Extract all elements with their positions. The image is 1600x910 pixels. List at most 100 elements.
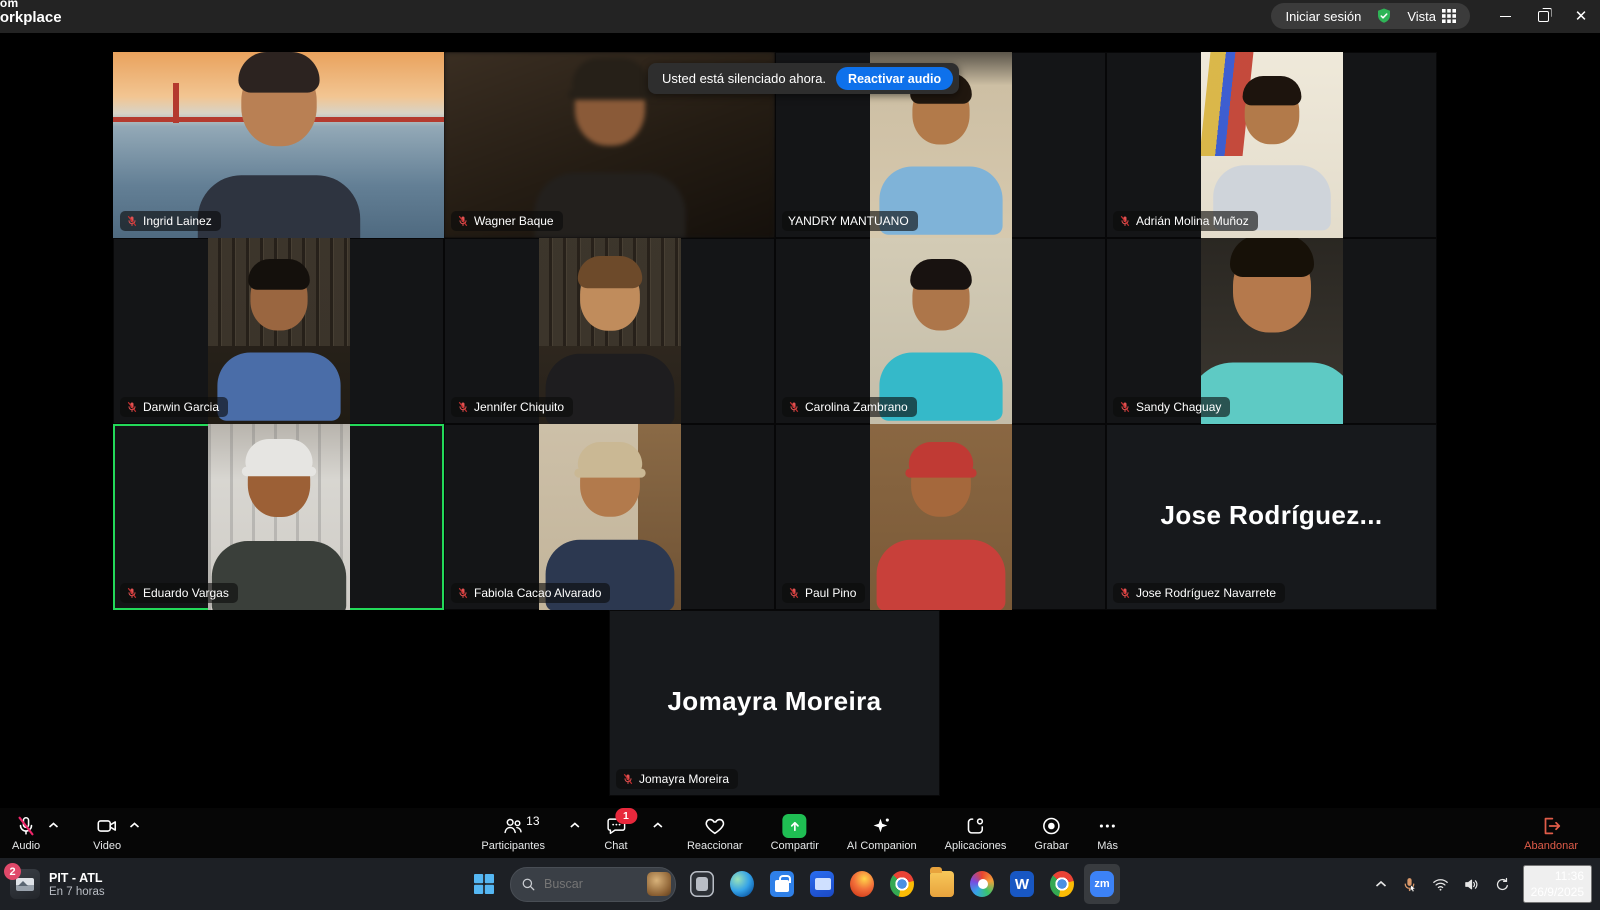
more-label: Más bbox=[1097, 840, 1118, 852]
video-options-chevron[interactable] bbox=[127, 814, 142, 834]
participant-tile[interactable]: Darwin Garcia bbox=[113, 238, 444, 424]
muted-mic-icon bbox=[126, 401, 138, 413]
muted-mic-icon bbox=[457, 587, 469, 599]
taskbar-word-icon[interactable]: W bbox=[1004, 864, 1040, 904]
taskbar-edge-icon[interactable] bbox=[724, 864, 760, 904]
tray-chevron-up-icon[interactable] bbox=[1373, 878, 1389, 890]
tray-volume-icon[interactable] bbox=[1461, 874, 1482, 895]
participant-tile[interactable]: Eduardo Vargas bbox=[113, 424, 444, 610]
chat-button[interactable]: 1 Chat bbox=[598, 811, 634, 855]
participant-tile[interactable]: Jose Rodríguez...Jose Rodríguez Navarret… bbox=[1106, 424, 1437, 610]
participant-tile[interactable]: Jomayra MoreiraJomayra Moreira bbox=[609, 610, 940, 796]
participant-tile[interactable]: Paul Pino bbox=[775, 424, 1106, 610]
participant-tile[interactable]: Jennifer Chiquito bbox=[444, 238, 775, 424]
react-button[interactable]: Reaccionar bbox=[681, 811, 749, 855]
participant-name: Jomayra Moreira bbox=[639, 772, 729, 786]
taskbar-search[interactable] bbox=[510, 867, 676, 902]
restore-button[interactable] bbox=[1524, 0, 1562, 33]
widget-subtitle: En 7 horas bbox=[49, 886, 105, 898]
chat-chevron[interactable] bbox=[650, 814, 665, 834]
minimize-button[interactable] bbox=[1486, 0, 1524, 33]
participant-name: Sandy Chaguay bbox=[1136, 400, 1221, 414]
taskbar-outlook-icon[interactable] bbox=[804, 864, 840, 904]
restore-icon bbox=[1538, 11, 1549, 22]
video-label: Video bbox=[93, 840, 121, 852]
taskbar-file-explorer-icon[interactable] bbox=[924, 864, 960, 904]
participant-name-label: Ingrid Lainez bbox=[120, 211, 221, 231]
participant-tile[interactable]: Sandy Chaguay bbox=[1106, 238, 1437, 424]
record-icon bbox=[1041, 814, 1063, 838]
more-button[interactable]: Más bbox=[1091, 811, 1125, 855]
leave-icon bbox=[1539, 814, 1563, 838]
record-button[interactable]: Grabar bbox=[1028, 811, 1074, 855]
title-bar: zoom Workplace Iniciar sesión Vista ✕ bbox=[0, 0, 1600, 33]
participants-icon: 13 bbox=[500, 814, 526, 838]
minimize-icon bbox=[1500, 16, 1511, 17]
participant-tile[interactable]: Ingrid Lainez bbox=[113, 52, 444, 238]
taskbar-task-view-icon[interactable] bbox=[684, 864, 720, 904]
person-silhouette bbox=[1209, 73, 1335, 231]
participant-name: Darwin Garcia bbox=[143, 400, 219, 414]
meeting-controls-bar: Audio Video 13 Participa bbox=[0, 808, 1600, 858]
zoom-workplace-logo: zoom Workplace bbox=[0, 0, 62, 25]
security-shield-icon[interactable] bbox=[1375, 7, 1393, 25]
apps-label: Aplicaciones bbox=[945, 840, 1007, 852]
participant-tile[interactable]: Adrián Molina Muñoz bbox=[1106, 52, 1437, 238]
titlebar-actions: Iniciar sesión Vista bbox=[1271, 3, 1470, 29]
start-button[interactable] bbox=[466, 864, 502, 904]
ai-companion-button[interactable]: AI Companion bbox=[841, 811, 923, 855]
taskbar-photos-icon[interactable] bbox=[964, 864, 1000, 904]
widget-title: PIT - ATL bbox=[49, 871, 105, 885]
participants-count: 13 bbox=[526, 814, 539, 828]
participants-button[interactable]: 13 Participantes bbox=[475, 811, 551, 855]
controls-left-group: Audio Video bbox=[6, 808, 142, 858]
sign-in-label: Iniciar sesión bbox=[1285, 9, 1361, 24]
controls-center-group: 13 Participantes 1 Chat R bbox=[475, 808, 1124, 858]
muted-mic-icon bbox=[788, 587, 800, 599]
video-button[interactable]: Video bbox=[87, 811, 127, 855]
tray-clock[interactable]: 11:36 26/9/2025 bbox=[1523, 865, 1592, 903]
tray-time: 11:36 bbox=[1531, 868, 1584, 884]
share-button[interactable]: Compartir bbox=[765, 811, 825, 855]
taskbar-chrome-icon[interactable] bbox=[884, 864, 920, 904]
participant-display-name: Jose Rodríguez... bbox=[1106, 500, 1437, 531]
audio-button[interactable]: Audio bbox=[6, 811, 46, 855]
windows-start-icon bbox=[473, 873, 495, 895]
tray-sync-icon[interactable] bbox=[1492, 874, 1513, 895]
unmute-button[interactable]: Reactivar audio bbox=[836, 67, 953, 90]
react-label: Reaccionar bbox=[687, 840, 743, 852]
muted-toast-message: Usted está silenciado ahora. bbox=[662, 71, 826, 86]
participant-name-label: Wagner Baque bbox=[451, 211, 563, 231]
person-silhouette bbox=[213, 256, 345, 421]
participants-chevron[interactable] bbox=[567, 814, 582, 834]
close-icon: ✕ bbox=[1575, 9, 1588, 24]
participant-name: YANDRY MANTUANO bbox=[788, 214, 909, 228]
leave-button[interactable]: Abandonar bbox=[1518, 811, 1584, 855]
sign-in-button[interactable]: Iniciar sesión bbox=[1285, 9, 1361, 24]
tray-wifi-icon[interactable] bbox=[1430, 875, 1451, 894]
taskbar-store-icon[interactable] bbox=[764, 864, 800, 904]
participant-name-label: Jennifer Chiquito bbox=[451, 397, 573, 417]
chat-icon: 1 bbox=[604, 814, 628, 838]
taskbar-chrome-2-icon[interactable] bbox=[1044, 864, 1080, 904]
person-silhouette bbox=[875, 256, 1007, 421]
share-label: Compartir bbox=[771, 840, 819, 852]
apps-button[interactable]: Aplicaciones bbox=[939, 811, 1013, 855]
participant-tile[interactable]: Carolina Zambrano bbox=[775, 238, 1106, 424]
search-input[interactable] bbox=[542, 876, 641, 892]
tray-mic-in-use-icon[interactable] bbox=[1399, 874, 1420, 895]
participant-tile[interactable]: Fabiola Cacao Alvarado bbox=[444, 424, 775, 610]
taskbar-widget[interactable]: 2 PIT - ATL En 7 horas bbox=[10, 858, 105, 910]
view-label: Vista bbox=[1407, 9, 1436, 24]
taskbar-zoom-icon[interactable]: zm bbox=[1084, 864, 1120, 904]
person-silhouette bbox=[872, 439, 1010, 610]
windows-taskbar: 2 PIT - ATL En 7 horas W bbox=[0, 858, 1600, 910]
taskbar-firefox-icon[interactable] bbox=[844, 864, 880, 904]
search-highlight-thumbnail[interactable] bbox=[647, 872, 671, 896]
close-button[interactable]: ✕ bbox=[1562, 0, 1600, 33]
participant-name-label: Fabiola Cacao Alvarado bbox=[451, 583, 610, 603]
view-button[interactable]: Vista bbox=[1407, 9, 1456, 24]
video-grid: Ingrid Lainez Wagner Baque YANDRY MANTUANO… bbox=[113, 52, 1437, 796]
audio-options-chevron[interactable] bbox=[46, 814, 61, 834]
muted-toast: Usted está silenciado ahora. Reactivar a… bbox=[648, 63, 959, 94]
